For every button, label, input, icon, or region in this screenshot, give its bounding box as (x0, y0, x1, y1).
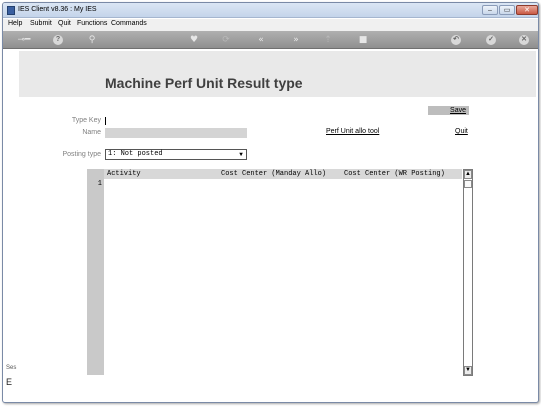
close-icon[interactable]: ✕ (519, 35, 529, 45)
column-header-cost-center-manday[interactable]: Cost Center (Manday Allo) (221, 170, 326, 178)
key-icon[interactable]: ⊸━ (13, 34, 35, 46)
side-fragment-e: E (6, 377, 13, 387)
search-icon[interactable]: ⚲ (85, 34, 99, 46)
maximize-button[interactable]: ▭ (499, 5, 515, 15)
scroll-thumb[interactable] (464, 180, 472, 188)
upload-icon[interactable]: ⇡ (321, 34, 335, 46)
posting-type-label: Posting type (62, 151, 101, 158)
menu-help[interactable]: Help (8, 20, 22, 27)
check-icon[interactable]: ✓ (486, 35, 496, 45)
posting-type-select[interactable]: 1: Not posted ▼ (105, 149, 247, 160)
save-button[interactable]: Save (428, 106, 469, 115)
grid-body[interactable] (104, 179, 462, 375)
vertical-scrollbar[interactable]: ▲ ▼ (463, 169, 473, 376)
menu-commands[interactable]: Commands (111, 20, 147, 27)
title-bar: IES Client v8.36 : My IES – ▭ ✕ (3, 3, 538, 18)
menu-quit[interactable]: Quit (58, 20, 71, 27)
stop-icon[interactable]: ■ (356, 34, 370, 46)
back-icon[interactable]: ↶ (451, 35, 461, 45)
row-number: 1 (97, 180, 102, 188)
menu-bar: Help Submit Quit Functions Commands (3, 19, 538, 31)
app-icon (7, 6, 15, 15)
menu-functions[interactable]: Functions (77, 20, 107, 27)
heart-icon[interactable]: ♥ (187, 34, 201, 46)
type-key-label: Type Key (71, 117, 101, 124)
column-header-cost-center-wr[interactable]: Cost Center (WR Posting) (344, 170, 445, 178)
result-grid: 1 Activity Cost Center (Manday Allo) Cos… (87, 169, 475, 376)
rewind-icon[interactable]: « (254, 34, 268, 46)
window-title: IES Client v8.36 : My IES (18, 6, 97, 13)
toolbar: ⊸━ ? ⚲ ♥ ⟳ « » ⇡ ■ ↶ ✓ ✕ (3, 31, 538, 49)
page-title: Machine Perf Unit Result type (105, 75, 303, 91)
grid-header: Activity Cost Center (Manday Allo) Cost … (104, 169, 462, 179)
type-key-input[interactable] (105, 117, 106, 125)
chevron-down-icon[interactable]: ▼ (237, 151, 245, 158)
posting-type-value: 1: Not posted (108, 150, 163, 158)
app-window: IES Client v8.36 : My IES – ▭ ✕ Help Sub… (2, 2, 539, 403)
name-input[interactable] (105, 128, 247, 138)
menu-submit[interactable]: Submit (30, 20, 52, 27)
row-gutter: 1 (87, 169, 104, 375)
scroll-down-icon[interactable]: ▼ (464, 366, 472, 375)
fast-forward-icon[interactable]: » (289, 34, 303, 46)
scroll-up-icon[interactable]: ▲ (464, 170, 472, 179)
name-label: Name (82, 129, 101, 136)
column-header-activity[interactable]: Activity (107, 170, 141, 178)
info-icon[interactable]: ? (53, 35, 63, 45)
side-fragment-ses: Ses (6, 365, 17, 371)
quit-link[interactable]: Quit (455, 128, 468, 135)
perf-unit-allo-tool-link[interactable]: Perf Unit allo tool (326, 128, 379, 135)
minimize-button[interactable]: – (482, 5, 498, 15)
refresh-icon[interactable]: ⟳ (219, 34, 233, 46)
close-window-button[interactable]: ✕ (516, 5, 538, 15)
